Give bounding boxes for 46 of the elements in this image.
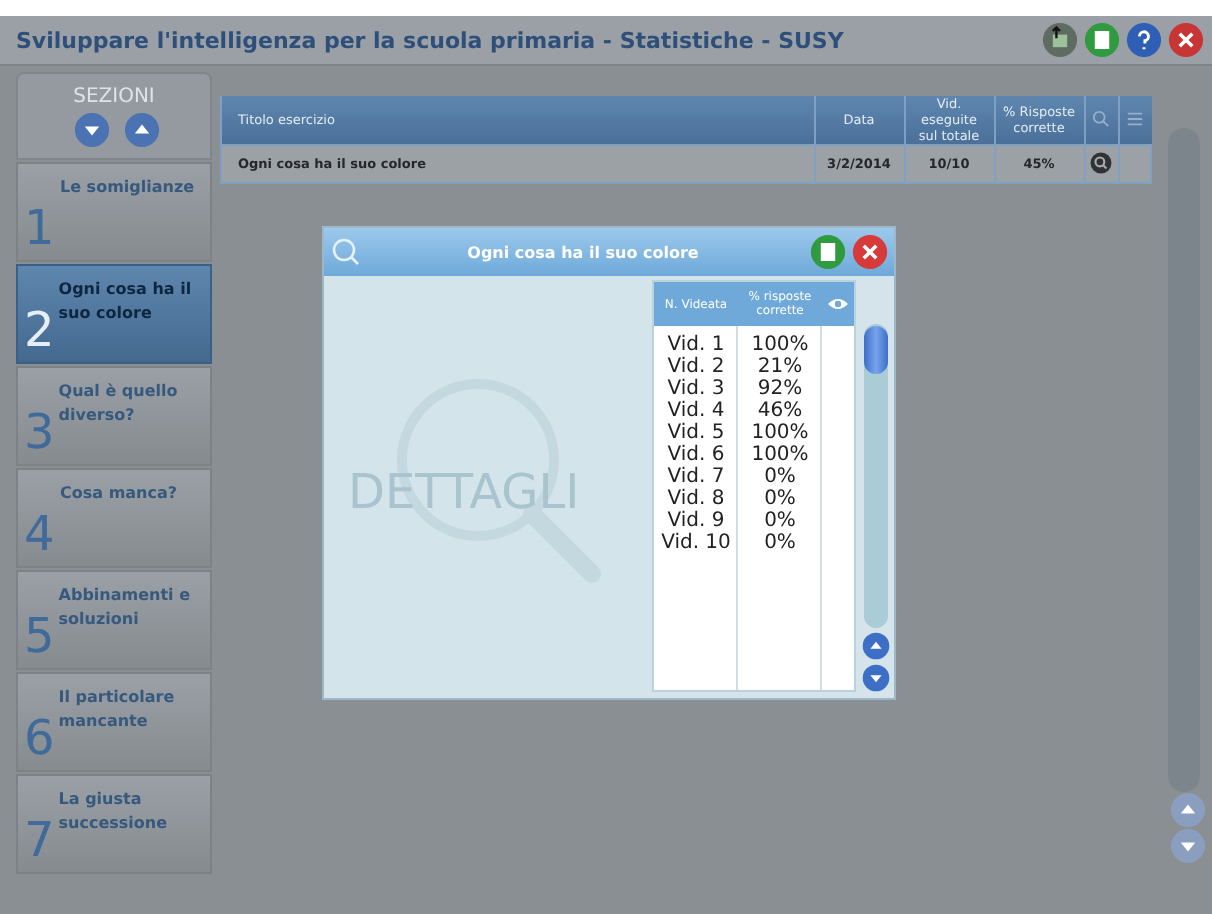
close-icon[interactable] — [1168, 22, 1204, 58]
section-item[interactable]: 6 Il particolare mancante — [16, 672, 212, 772]
scroll-up-icon[interactable] — [862, 632, 890, 660]
table-cell-text: 0% — [762, 532, 798, 554]
table-cell-text: 46% — [755, 400, 805, 422]
sections-label: SEZIONI — [73, 85, 155, 107]
list-icon[interactable] — [1126, 109, 1144, 127]
section-item[interactable]: 7 La giusta successione — [16, 774, 212, 874]
eye-icon[interactable] — [826, 296, 850, 312]
help-icon[interactable] — [1126, 22, 1162, 58]
scrollbar-track[interactable] — [864, 324, 888, 628]
table-cell-text: 92% — [755, 378, 805, 400]
scrollbar-thumb[interactable] — [864, 326, 888, 374]
section-item[interactable]: 1 Le somiglianze — [16, 162, 212, 262]
table-cell-text: Vid. 1 — [665, 334, 727, 356]
scroll-down-icon[interactable] — [862, 664, 890, 692]
table-cell-text: Vid. 2 — [665, 356, 727, 378]
section-item[interactable]: 2 Ogni cosa ha il suo colore — [16, 264, 212, 364]
table-cell-text: 0% — [762, 488, 798, 510]
export-icon[interactable] — [1042, 22, 1078, 58]
search-icon — [330, 236, 362, 268]
close-icon[interactable] — [852, 234, 888, 270]
table-cell-text: Vid. 10 — [659, 532, 733, 554]
table-cell-text: Vid. 9 — [665, 510, 727, 532]
window-title: Sviluppare l'intelligenza per la scuola primaria - Statistiche - SUSY — [16, 27, 846, 53]
table-cell-text: Vid. 3 — [665, 378, 727, 400]
table-cell-text: Vid. 7 — [665, 466, 727, 488]
section-item[interactable]: 5 Abbinamenti e soluzioni — [16, 570, 212, 670]
table-cell-text: 0% — [762, 510, 798, 532]
section-item[interactable]: 3 Qual è quello diverso? — [16, 366, 212, 466]
magnifier-icon[interactable] — [1090, 151, 1112, 173]
table-cell-text: 100% — [749, 422, 811, 444]
table-cell-text: 21% — [755, 356, 805, 378]
scroll-up-icon[interactable] — [1169, 792, 1205, 828]
scrollbar-track[interactable] — [1168, 128, 1200, 792]
table-cell-text: 100% — [749, 444, 811, 466]
table-cell-text: 100% — [749, 334, 811, 356]
scroll-down-icon[interactable] — [1169, 828, 1205, 864]
table-cell-text: Vid. 5 — [665, 422, 727, 444]
dialog-title: Ogni cosa ha il suo colore — [465, 243, 701, 261]
search-icon[interactable] — [1092, 109, 1110, 127]
table-cell-text: Vid. 6 — [665, 444, 727, 466]
section-item[interactable]: 4 Cosa manca? — [16, 468, 212, 568]
table-cell-text: 0% — [762, 466, 798, 488]
table-cell-text: Vid. 8 — [665, 488, 727, 510]
table-cell-text: Vid. 4 — [665, 400, 727, 422]
